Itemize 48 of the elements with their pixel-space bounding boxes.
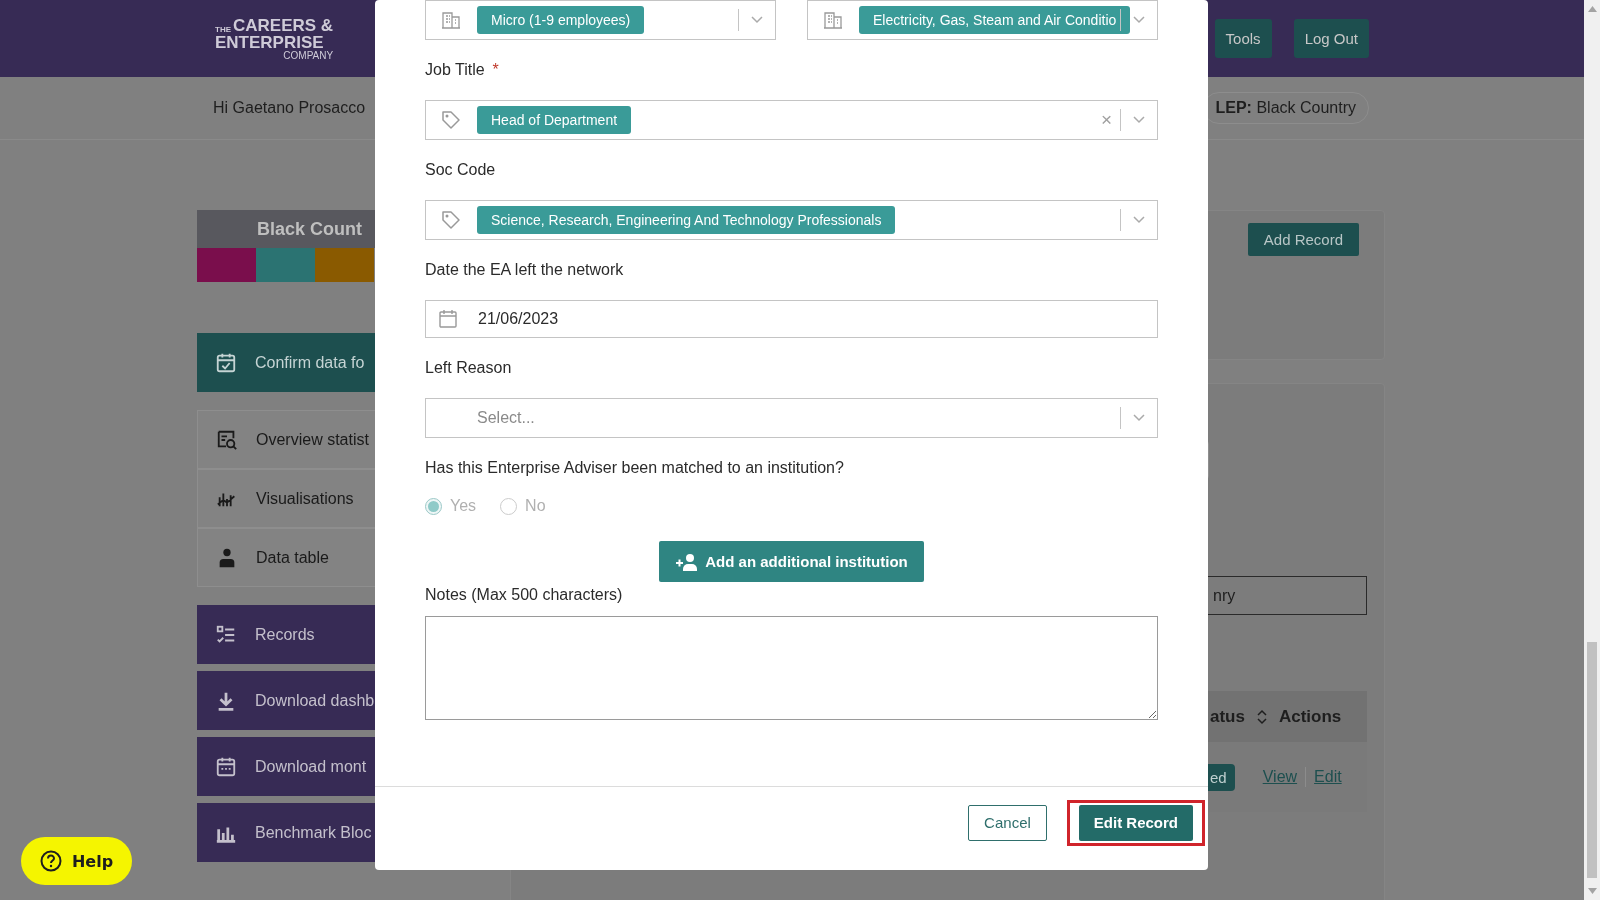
dropdown-field[interactable]: Electricity, Gas, Steam and Air Conditio [807,0,1158,40]
nav-button[interactable]: Log Out [1293,19,1369,58]
scroll-up-icon [1587,6,1597,12]
magnifier-list-icon [216,428,238,451]
clear-button[interactable]: × [1100,109,1112,131]
scroll-down-icon [1587,888,1597,894]
date-field[interactable]: 21/06/2023 [425,300,1158,338]
selected-tag: Electricity, Gas, Steam and Air Conditio [859,6,1131,34]
calendar-icon [438,309,458,329]
field-label: Notes (Max 500 characters) [425,585,624,605]
building-icon [441,10,461,30]
selected-tag: Science, Research, Engineering And Technology Professionals [477,206,896,234]
dropdown-field[interactable]: Head of Department × [425,100,1158,140]
add-institution-button[interactable]: Add an additional institution [659,541,924,582]
dropdown-field[interactable]: Micro (1-9 employees) [425,0,776,40]
greeting-text: Hi Gaetano Prosacco [213,99,366,117]
dropdown-field[interactable]: Select... [425,398,1158,438]
field-label: Date the EA left the network [425,260,625,280]
notes-field[interactable] [425,616,1158,720]
column-header: atus [1210,706,1245,727]
status-badge: ed [1208,763,1235,791]
required-mark: * [492,61,499,78]
dropdown-field[interactable]: Science, Research, Engineering And Technology Professionals [425,200,1158,240]
logo-text: COMPANY [282,50,334,61]
edit-record-button[interactable]: Edit Record [1078,804,1193,841]
add-record-button[interactable]: Add Record [1247,223,1359,256]
building-icon [823,10,843,30]
field-label: Job Title [425,61,485,78]
logo-text: THE [215,25,231,34]
tag-icon [441,110,461,130]
help-icon [39,850,62,872]
field-label: Soc Code [425,160,497,180]
nav-button[interactable]: Tools [1214,19,1272,58]
logo-text: ENTERPRISE [215,33,324,51]
tag-icon [441,210,461,230]
scrollbar[interactable] [1584,0,1600,900]
add-person-icon [675,552,700,571]
help-button[interactable]: Help [21,837,132,885]
checklist-icon [215,623,237,646]
scroll-thumb[interactable] [1587,642,1597,878]
logo-text: CAREERS & [233,16,334,34]
calendar-check-icon [215,351,237,374]
cancel-button[interactable]: Cancel [968,804,1047,841]
selected-tag: Micro (1-9 employees) [477,6,645,34]
selected-tag: Head of Department [477,106,632,134]
sort-icon [1256,708,1267,725]
column-header: Actions [1278,706,1342,727]
calendar-icon [215,755,237,778]
